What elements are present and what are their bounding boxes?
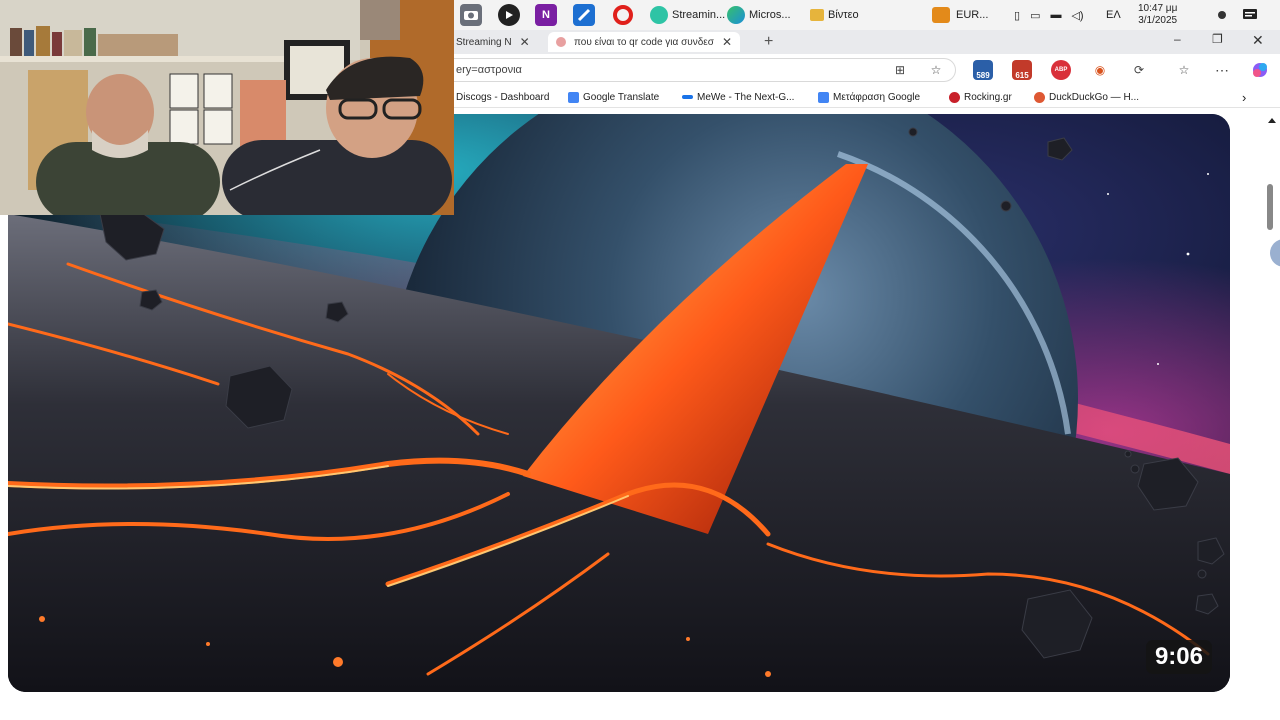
- clock-date: 3/1/2025: [1138, 15, 1178, 26]
- page-bottom-strip: [0, 700, 1280, 720]
- restore-icon[interactable]: ❐: [1212, 32, 1223, 46]
- clock[interactable]: 10:47 μμ 3/1/2025: [1138, 0, 1177, 30]
- page-right-edge: [1262, 114, 1280, 704]
- refresh-extension-icon[interactable]: ⟳: [1129, 60, 1149, 80]
- close-window-icon[interactable]: ✕: [1252, 32, 1264, 49]
- currency-label: EUR...: [956, 9, 989, 21]
- extension-icon[interactable]: ◉: [1090, 60, 1110, 80]
- duckduckgo-icon: [1034, 91, 1045, 103]
- favorite-label: Μετάφραση Google: [833, 91, 921, 103]
- system-tray-icons: ▯ ▭ ▬ ◁): [1014, 0, 1084, 30]
- streaming-app-icon: [650, 6, 668, 24]
- side-avatar-icon[interactable]: [1270, 239, 1280, 267]
- taskbar-app-streaming[interactable]: Streamin...: [650, 4, 725, 26]
- app-grid-icon[interactable]: ⊞: [890, 60, 910, 80]
- favorite-label: MeWe - The Next-G...: [697, 91, 795, 103]
- chevron-right-icon[interactable]: ›: [1242, 89, 1246, 105]
- extension-badge-icon[interactable]: 589: [973, 60, 993, 80]
- opera-icon[interactable]: [612, 4, 634, 26]
- notifications-icon[interactable]: [1242, 0, 1258, 30]
- tab-favicon-icon: [556, 37, 566, 47]
- google-translate-icon: [568, 91, 579, 103]
- tab-qr-search[interactable]: που είναι το qr code για συνδεσ ✕: [548, 32, 740, 52]
- address-text: ery=αστρονια: [456, 64, 522, 76]
- webcam-overlay: [0, 0, 454, 215]
- paint-icon[interactable]: [573, 4, 595, 26]
- taskbar-app-label: Streamin...: [672, 9, 726, 21]
- webcam-feed: [0, 0, 454, 215]
- scrollbar-thumb[interactable]: [1267, 184, 1273, 230]
- tab-streaming[interactable]: Streaming N ✕: [456, 32, 530, 52]
- extension-badge-icon[interactable]: 615: [1012, 60, 1032, 80]
- favorite-label: DuckDuckGo — H...: [1049, 91, 1140, 103]
- taskbar-app-edge[interactable]: Micros...: [727, 4, 791, 26]
- taskbar-app-label: Micros...: [749, 9, 791, 21]
- tab-label: που είναι το qr code για συνδεσ: [574, 36, 714, 48]
- phone-icon[interactable]: ▯: [1014, 9, 1020, 22]
- favorite-google-translate[interactable]: Google Translate: [568, 89, 659, 105]
- minimize-icon[interactable]: –: [1174, 32, 1181, 46]
- onenote-icon[interactable]: N: [535, 4, 557, 26]
- taskbar-app-videos[interactable]: Βίντεο: [810, 4, 859, 26]
- language-label: ΕΛ: [1106, 9, 1121, 21]
- battery-icon[interactable]: ▬: [1050, 9, 1061, 21]
- currency-icon: [932, 7, 950, 23]
- currency-widget[interactable]: EUR...: [932, 0, 988, 30]
- favorite-discogs[interactable]: Discogs - Dashboard: [456, 89, 549, 105]
- video-folder-icon: [810, 9, 824, 21]
- favorite-label: Discogs - Dashboard: [456, 91, 550, 103]
- mewe-icon: [682, 95, 693, 99]
- clock-time: 10:47 μμ: [1138, 3, 1178, 14]
- address-bar[interactable]: ery=αστρονια: [454, 58, 956, 82]
- copilot-icon[interactable]: [1250, 60, 1270, 80]
- edge-browser-icon: [727, 6, 745, 24]
- volume-icon[interactable]: ◁): [1071, 9, 1083, 22]
- favorite-star-icon[interactable]: ☆: [926, 60, 946, 80]
- video-duration-badge: 9:06: [1145, 640, 1212, 674]
- close-icon[interactable]: ✕: [520, 35, 530, 49]
- favorite-label: Rocking.gr: [964, 91, 1012, 103]
- favorite-mewe[interactable]: MeWe - The Next-G...: [682, 89, 794, 105]
- favorite-label: Google Translate: [583, 91, 660, 103]
- camera-icon[interactable]: [460, 4, 482, 26]
- screen: N Streamin... Micros... Βίντεο EUR... ▯ …: [0, 0, 1280, 720]
- favorites-bar: Discogs - Dashboard Google Translate MeW…: [454, 86, 1280, 108]
- google-translate-icon: [818, 91, 829, 103]
- language-indicator[interactable]: ΕΛ: [1106, 0, 1121, 30]
- favorite-google-translate-gr[interactable]: Μετάφραση Google: [818, 89, 920, 105]
- rocking-icon: [949, 91, 960, 103]
- new-tab-icon[interactable]: +: [764, 32, 773, 52]
- more-menu-icon[interactable]: ⋯: [1212, 60, 1232, 80]
- media-player-icon[interactable]: [498, 4, 520, 26]
- tab-label: Streaming N: [456, 36, 512, 48]
- notification-dot-icon: [1218, 0, 1226, 30]
- favorite-duckduckgo[interactable]: DuckDuckGo — H...: [1034, 89, 1139, 105]
- close-icon[interactable]: ✕: [722, 35, 732, 49]
- favorite-rocking[interactable]: Rocking.gr: [949, 89, 1012, 105]
- taskbar-app-label: Βίντεο: [828, 9, 859, 21]
- address-bar-row: ery=αστρονια ⊞ ☆ 589 615 ABP ◉ ⟳ ☆ ⋯: [454, 54, 1280, 86]
- scrollbar-arrow-up-icon[interactable]: [1268, 118, 1276, 123]
- favorites-icon[interactable]: ☆: [1174, 60, 1194, 80]
- network-icon[interactable]: ▭: [1030, 9, 1040, 22]
- browser-tab-strip: Streaming N ✕ που είναι το qr code για σ…: [454, 30, 1280, 54]
- adblock-icon[interactable]: ABP: [1051, 60, 1071, 80]
